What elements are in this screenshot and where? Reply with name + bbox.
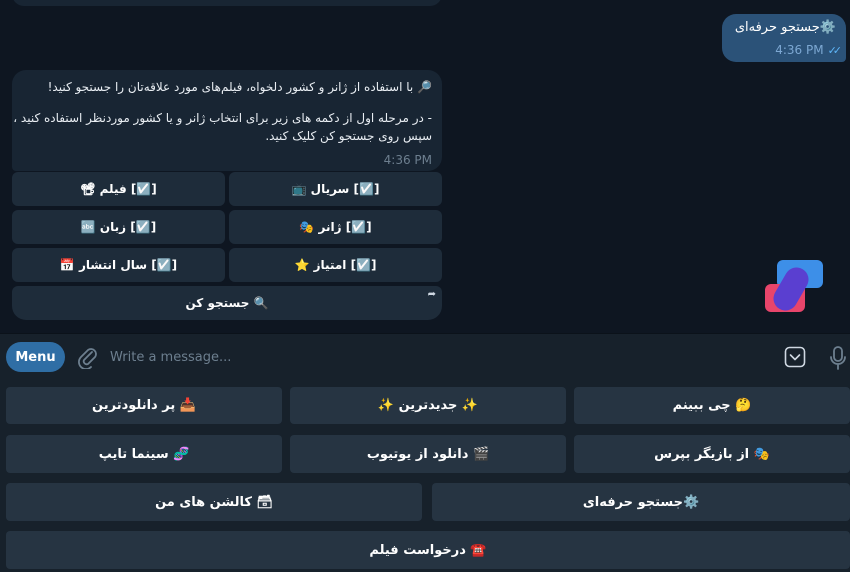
- outgoing-message[interactable]: ⚙️جستجو حرفه‌ای 4:36 PM ✓✓: [722, 14, 846, 62]
- kb-button-newest[interactable]: ✨ جدیدترین ✨: [290, 387, 566, 424]
- inline-button-language[interactable]: [☑️] زبان 🔤: [12, 210, 225, 244]
- message-meta: 4:36 PM ✓✓: [775, 43, 843, 57]
- message-input-bar: Menu: [0, 333, 850, 380]
- double-check-icon: ✓✓: [827, 43, 843, 57]
- kb-button-request-movie[interactable]: ☎️ درخواست فیلم: [6, 531, 850, 569]
- kb-button-ask-actor[interactable]: 🎭 از بازیگر بپرس: [574, 435, 850, 473]
- inline-button-rating[interactable]: [☑️] امتیاز ⭐: [229, 248, 442, 282]
- microphone-icon[interactable]: [829, 345, 847, 371]
- message-line: 🔎 با استفاده از ژانر و کشور دلخواه، فیلم…: [47, 80, 432, 94]
- kb-button-my-collections[interactable]: 🗃 کالشن های من: [6, 483, 422, 521]
- kb-button-cinema-type[interactable]: 🧬 سینما تایپ: [6, 435, 282, 473]
- forward-arrow-icon: ➦: [427, 289, 436, 300]
- kb-button-advanced-search[interactable]: ⚙️جستجو حرفه‌ای: [432, 483, 850, 521]
- inline-button-search[interactable]: 🔍 جستجو کن ➦: [12, 286, 442, 320]
- previous-message: [12, 0, 442, 6]
- reply-keyboard: 📥 پر دانلودترین ✨ جدیدترین ✨ 🤔 چی ببینم …: [0, 380, 850, 572]
- message-time: 4:36 PM: [775, 43, 824, 57]
- kb-button-what-to-watch[interactable]: 🤔 چی ببینم: [574, 387, 850, 424]
- message-input[interactable]: [110, 346, 750, 368]
- message-time: 4:36 PM: [383, 153, 432, 167]
- app-logo: [763, 258, 825, 314]
- inline-button-release-year[interactable]: [☑️] سال انتشار 📅: [12, 248, 225, 282]
- inline-button-search-label: 🔍 جستجو کن: [185, 296, 269, 310]
- kb-button-most-downloaded[interactable]: 📥 پر دانلودترین: [6, 387, 282, 424]
- inline-keyboard: [☑️] فیلم 📽 [☑️] سریال 📺 [☑️] زبان 🔤 [☑️…: [12, 172, 442, 324]
- paperclip-icon[interactable]: [76, 345, 98, 370]
- chat-area: ⚙️جستجو حرفه‌ای 4:36 PM ✓✓ 🔎 با استفاده …: [0, 0, 850, 333]
- inline-button-genre[interactable]: [☑️] ژانر 🎭: [229, 210, 442, 244]
- message-line: سپس روی جستجو کن کلیک کنید.: [265, 129, 432, 143]
- message-line: - در مرحله اول از دکمه های زیر برای انتخ…: [13, 111, 432, 125]
- inline-button-movie[interactable]: [☑️] فیلم 📽: [12, 172, 225, 206]
- inline-button-series[interactable]: [☑️] سریال 📺: [229, 172, 442, 206]
- menu-button[interactable]: Menu: [6, 342, 65, 372]
- keyboard-toggle-icon[interactable]: [784, 346, 806, 368]
- incoming-message[interactable]: 🔎 با استفاده از ژانر و کشور دلخواه، فیلم…: [12, 70, 442, 171]
- outgoing-message-text: ⚙️جستجو حرفه‌ای: [734, 20, 836, 35]
- kb-button-youtube-download[interactable]: 🎬 دانلود از یوتیوب: [290, 435, 566, 473]
